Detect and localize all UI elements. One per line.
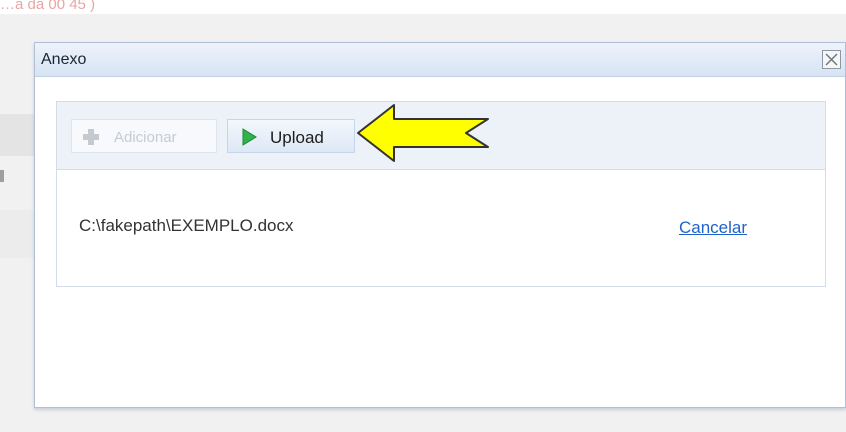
- plus-icon: [83, 129, 99, 145]
- play-arrow-icon: [242, 128, 257, 146]
- dialog-title: Anexo: [41, 51, 87, 68]
- selected-file-path: C:\fakepath\EXEMPLO.docx: [79, 216, 294, 235]
- upload-button[interactable]: Upload: [227, 119, 355, 153]
- anexo-dialog: Anexo Adicionar Upload C:\fakepath\EXEMP…: [34, 42, 846, 408]
- dialog-titlebar: Anexo: [35, 43, 845, 77]
- background-marker: [0, 170, 4, 182]
- cancel-link[interactable]: Cancelar: [679, 218, 747, 238]
- add-button-label: Adicionar: [114, 129, 177, 146]
- yellow-arrow-icon: [357, 104, 489, 162]
- close-icon: [825, 53, 838, 66]
- add-button[interactable]: Adicionar: [71, 119, 217, 153]
- close-button[interactable]: [822, 50, 841, 69]
- upload-button-label: Upload: [270, 128, 324, 147]
- background-top-text: …a da 00 45 ): [0, 0, 96, 13]
